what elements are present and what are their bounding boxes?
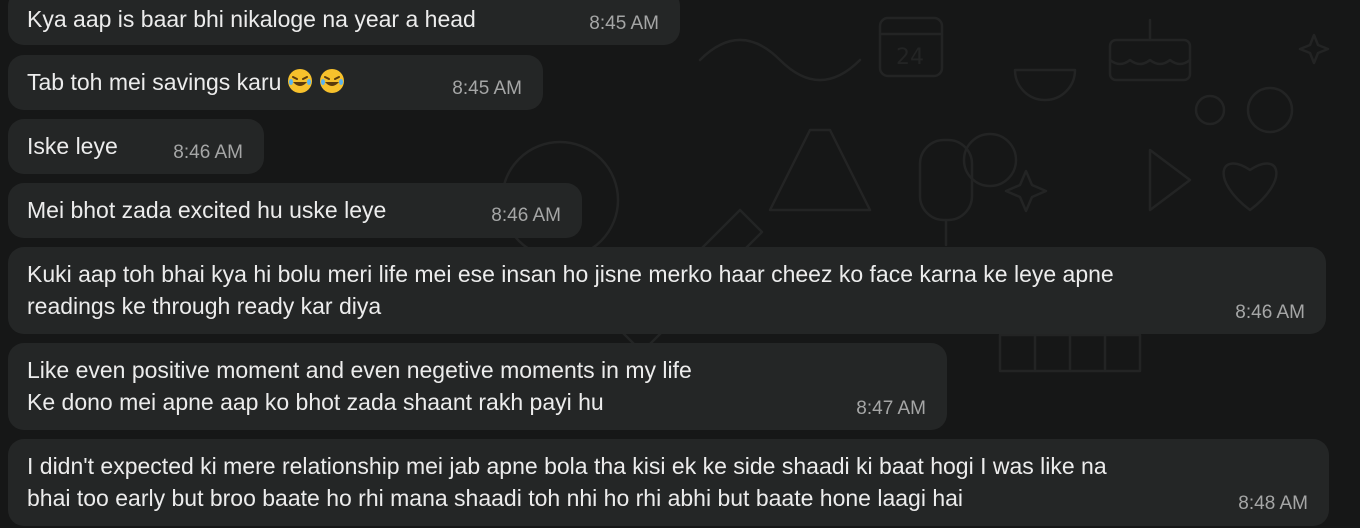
message-text: Like even positive moment and even neget… [27, 357, 692, 415]
message-bubble[interactable]: Mei bhot zada excited hu uske leye 8:46 … [8, 183, 582, 238]
message-bubble[interactable]: I didn't expected ki mere relationship m… [8, 439, 1329, 526]
message-timestamp: 8:46 AM [1235, 302, 1305, 323]
message-timestamp: 8:45 AM [452, 78, 522, 99]
message-text: Tab toh mei savings karu [27, 69, 282, 95]
chat-message-list[interactable]: Kya aap is baar bhi nikaloge na year a h… [0, 0, 1360, 528]
message-bubble[interactable]: Kuki aap toh bhai kya hi bolu meri life … [8, 247, 1326, 334]
message-timestamp: 8:46 AM [173, 142, 243, 163]
message-text: Kya aap is baar bhi nikaloge na year a h… [27, 6, 476, 32]
message-bubble[interactable]: Kya aap is baar bhi nikaloge na year a h… [8, 0, 680, 45]
message-text: Kuki aap toh bhai kya hi bolu meri life … [27, 261, 1114, 319]
message-text: Mei bhot zada excited hu uske leye [27, 197, 387, 223]
message-timestamp: 8:47 AM [856, 398, 926, 419]
rolling-on-floor-laughing-emoji-icon [320, 69, 345, 93]
message-text: I didn't expected ki mere relationship m… [27, 453, 1107, 511]
message-bubble[interactable]: Iske leye 8:46 AM [8, 119, 264, 174]
message-timestamp: 8:48 AM [1238, 493, 1308, 514]
message-text: Iske leye [27, 133, 118, 159]
message-bubble[interactable]: Tab toh mei savings karu 8:45 AM [8, 55, 543, 110]
message-bubble[interactable]: Like even positive moment and even neget… [8, 343, 947, 430]
message-timestamp: 8:45 AM [589, 13, 659, 34]
rolling-on-floor-laughing-emoji-icon [288, 69, 313, 93]
message-timestamp: 8:46 AM [491, 205, 561, 226]
message-text-line: Tab toh mei savings karu [27, 66, 345, 98]
